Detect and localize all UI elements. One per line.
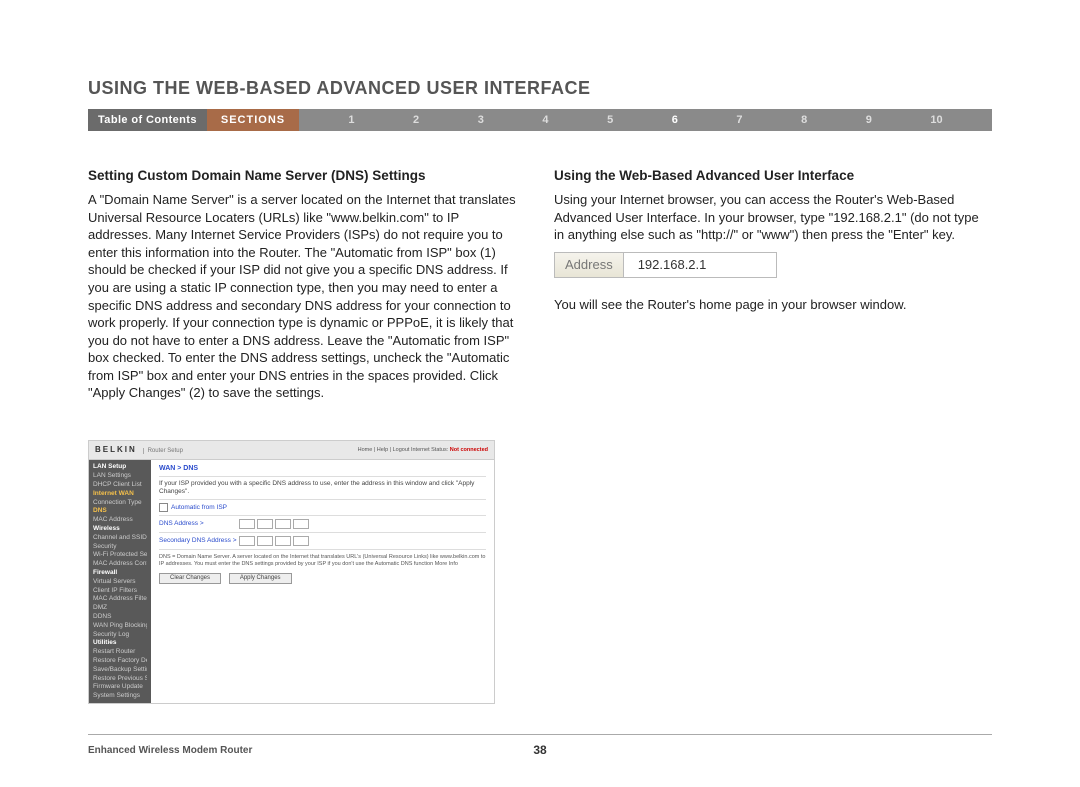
section-link-2[interactable]: 2 (413, 114, 419, 126)
section-link-1[interactable]: 1 (348, 114, 354, 126)
router-sidebar-item: Channel and SSID (93, 533, 147, 542)
router-sidebar-item: Security Log (93, 630, 147, 639)
router-sidebar-item: DNS (93, 507, 147, 516)
page-footer: Enhanced Wireless Modem Router 38 (88, 734, 992, 757)
router-screenshot: BELKIN Router Setup Home | Help | Logout… (88, 440, 495, 705)
router-sidebar-item: System Settings (93, 692, 147, 701)
router-sidebar-item: Connection Type (93, 498, 147, 507)
router-sidebar-item: DMZ (93, 604, 147, 613)
router-sidebar-item: DDNS (93, 613, 147, 622)
router-sidebar-item: Wireless (93, 525, 147, 534)
router-sidebar-item: MAC Address (93, 516, 147, 525)
router-logo-sub: Router Setup (143, 448, 183, 454)
section-link-6[interactable]: 6 (672, 114, 678, 126)
router-main-panel: WAN > DNS If your ISP provided you with … (151, 460, 494, 704)
router-sidebar-item: Client IP Filters (93, 586, 147, 595)
router-sidebar-item: Firewall (93, 569, 147, 578)
apply-changes-button: Apply Changes (229, 573, 292, 584)
section-numbers: 1 2 3 4 5 6 7 8 9 10 (299, 109, 992, 131)
router-dns-description: DNS = Domain Name Server. A server locat… (159, 554, 486, 567)
dns2-address-label: Secondary DNS Address > (159, 537, 239, 545)
right-body-1: Using your Internet browser, you can acc… (554, 191, 992, 244)
toc-link[interactable]: Table of Contents (88, 109, 207, 131)
router-logo: BELKIN (95, 445, 137, 454)
router-sidebar-item: LAN Setup (93, 463, 147, 472)
footer-page-number: 38 (533, 743, 546, 757)
router-sidebar-item: Wi-Fi Protected Setup (93, 551, 147, 560)
left-column: Setting Custom Domain Name Server (DNS) … (88, 167, 526, 704)
address-value: 192.168.2.1 (624, 253, 777, 277)
router-sidebar: LAN SetupLAN SettingsDHCP Client ListInt… (89, 460, 151, 704)
section-link-10[interactable]: 10 (930, 114, 942, 126)
dns2-ip-fields (239, 536, 309, 546)
router-sidebar-item: Internet WAN (93, 489, 147, 498)
router-top-links: Home | Help | Logout Internet Status: No… (358, 447, 488, 454)
section-link-4[interactable]: 4 (542, 114, 548, 126)
section-link-5[interactable]: 5 (607, 114, 613, 126)
router-sidebar-item: DHCP Client List (93, 481, 147, 490)
right-heading: Using the Web-Based Advanced User Interf… (554, 167, 992, 185)
router-intro-text: If your ISP provided you with a specific… (159, 480, 486, 496)
router-sidebar-item: Security (93, 542, 147, 551)
clear-changes-button: Clear Changes (159, 573, 221, 584)
section-link-9[interactable]: 9 (866, 114, 872, 126)
left-body: A "Domain Name Server" is a server locat… (88, 191, 526, 402)
section-link-8[interactable]: 8 (801, 114, 807, 126)
sections-label: SECTIONS (207, 109, 299, 131)
section-link-7[interactable]: 7 (736, 114, 742, 126)
page-title: USING THE WEB-BASED ADVANCED USER INTERF… (88, 78, 992, 99)
router-sidebar-item: Firmware Update (93, 683, 147, 692)
right-column: Using the Web-Based Advanced User Interf… (554, 167, 992, 704)
router-sidebar-item: Virtual Servers (93, 577, 147, 586)
dns-ip-fields (239, 519, 309, 529)
router-sidebar-item: MAC Address Control (93, 560, 147, 569)
router-breadcrumb: WAN > DNS (159, 465, 486, 473)
section-navbar: Table of Contents SECTIONS 1 2 3 4 5 6 7… (88, 109, 992, 131)
address-label: Address (555, 253, 624, 277)
router-sidebar-item: Utilities (93, 639, 147, 648)
router-sidebar-item: Save/Backup Settings (93, 665, 147, 674)
address-bar: Address 192.168.2.1 (554, 252, 777, 278)
router-sidebar-item: Restart Router (93, 648, 147, 657)
left-heading: Setting Custom Domain Name Server (DNS) … (88, 167, 526, 185)
right-body-2: You will see the Router's home page in y… (554, 296, 992, 314)
dns-address-label: DNS Address > (159, 520, 239, 528)
router-sidebar-item: Restore Factory Defaults (93, 657, 147, 666)
router-sidebar-item: MAC Address Filtering (93, 595, 147, 604)
router-sidebar-item: Restore Previous Settings (93, 674, 147, 683)
section-link-3[interactable]: 3 (478, 114, 484, 126)
router-sidebar-item: LAN Settings (93, 472, 147, 481)
auto-isp-label: Automatic from ISP (171, 504, 227, 512)
auto-isp-checkbox (159, 503, 168, 512)
footer-product: Enhanced Wireless Modem Router (88, 745, 252, 756)
router-sidebar-item: WAN Ping Blocking (93, 621, 147, 630)
